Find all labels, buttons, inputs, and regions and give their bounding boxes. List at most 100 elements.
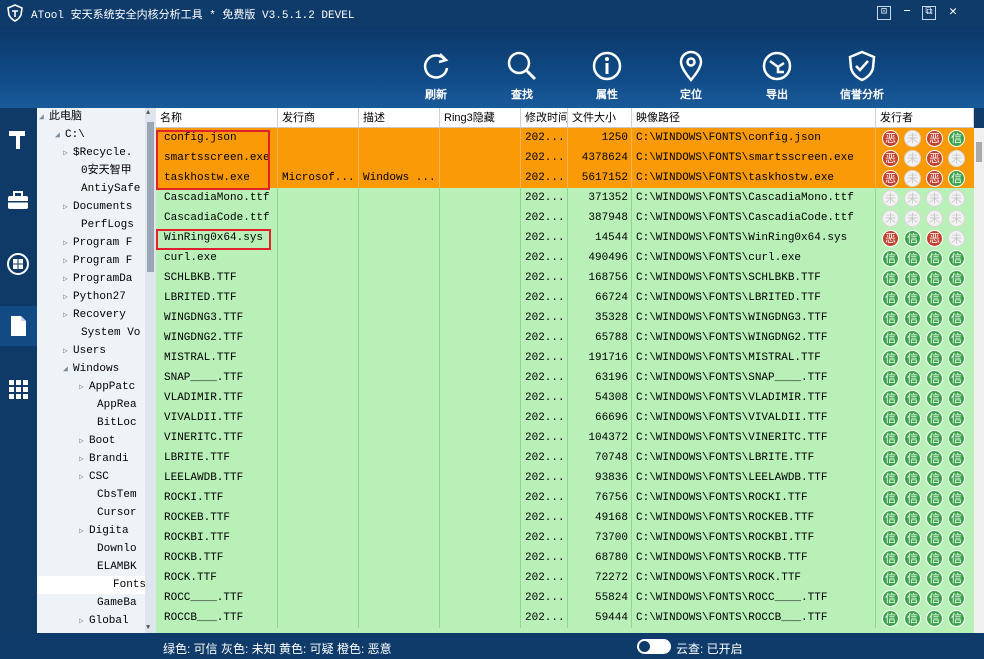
list-scroll-thumb[interactable] [976, 142, 982, 162]
table-row[interactable]: WINGDNG3.TTF 202... 35328 C:\WINDOWS\FONTS\… [156, 308, 974, 328]
table-row[interactable]: CascadiaCode.ttf 202... 387948 C:\WINDOWS\F… [156, 208, 974, 228]
expand-arrow-icon[interactable]: ◢ [39, 109, 49, 127]
tree-node[interactable]: ▷ Python27 [63, 288, 126, 306]
expand-arrow-icon[interactable]: ▷ [63, 289, 73, 307]
tree-node[interactable]: ◢ 此电脑 [39, 108, 82, 126]
expand-arrow-icon[interactable]: ▷ [63, 199, 73, 217]
table-row[interactable]: SCHLBKB.TTF 202... 168756 C:\WINDOWS\FONTS\… [156, 268, 974, 288]
tree-node[interactable]: ▷ Boot [79, 432, 115, 450]
tree-node[interactable]: AntiySafe [71, 180, 140, 198]
tree-node[interactable]: Fonts [37, 576, 146, 594]
expand-arrow-icon[interactable]: ▷ [79, 433, 89, 451]
scroll-up-icon[interactable]: ▲ [146, 109, 150, 117]
table-row[interactable]: ROCC____.TTF 202... 55824 C:\WINDOWS\FONTS\… [156, 588, 974, 608]
table-row[interactable]: ROCKEB.TTF 202... 49168 C:\WINDOWS\FONTS\RO… [156, 508, 974, 528]
expand-arrow-icon[interactable]: ▷ [63, 271, 73, 289]
tree-node[interactable]: ELAMBK [87, 558, 137, 576]
column-header[interactable]: 描述 [359, 108, 440, 128]
table-row[interactable]: MISTRAL.TTF 202... 191716 C:\WINDOWS\FONTS\… [156, 348, 974, 368]
table-row[interactable]: CascadiaMono.ttf 202... 371352 C:\WINDOWS\F… [156, 188, 974, 208]
expand-arrow-icon[interactable]: ▷ [79, 523, 89, 541]
tree-node[interactable]: ▷ Brandi [79, 450, 129, 468]
expand-arrow-icon[interactable]: ▷ [63, 307, 73, 325]
table-row[interactable]: WINGDNG2.TTF 202... 65788 C:\WINDOWS\FONTS\… [156, 328, 974, 348]
tree-node[interactable]: ▷ Recovery [63, 306, 126, 324]
column-header[interactable]: 文件大小 [568, 108, 632, 128]
tree-node[interactable]: ◢ Windows [63, 360, 119, 378]
export-button[interactable]: 导出 [753, 50, 801, 102]
tree-node[interactable]: ▷ Digita [79, 522, 129, 540]
table-row[interactable]: smartsscreen.exe 202... 4378624 C:\WINDOWS\… [156, 148, 974, 168]
tree-node[interactable]: ▷ Program F [63, 234, 132, 252]
table-row[interactable]: ROCKBI.TTF 202... 73700 C:\WINDOWS\FONTS\RO… [156, 528, 974, 548]
rail-files[interactable] [0, 306, 37, 346]
table-row[interactable]: config.json 202... 1250 C:\WINDOWS\FONTS\co… [156, 128, 974, 148]
tree-node[interactable]: BitLoc [87, 414, 137, 432]
refresh-button[interactable]: 刷新 [412, 50, 460, 102]
column-header[interactable]: Ring3隐藏 [440, 108, 521, 128]
column-header[interactable]: 名称 [156, 108, 278, 128]
expand-arrow-icon[interactable]: ▷ [63, 145, 73, 163]
tree-node[interactable]: ▷ $Recycle. [63, 144, 132, 162]
rail-toolbox[interactable] [0, 181, 37, 221]
tree-node[interactable]: ▷ AppPatc [79, 378, 135, 396]
close-button[interactable]: ✕ [946, 5, 960, 20]
table-row[interactable]: SNAP____.TTF 202... 63196 C:\WINDOWS\FONTS\… [156, 368, 974, 388]
properties-button[interactable]: 属性 [583, 50, 631, 102]
expand-arrow-icon[interactable]: ▷ [63, 253, 73, 271]
expand-arrow-icon[interactable]: ◢ [63, 361, 73, 379]
scroll-down-icon[interactable]: ▼ [146, 624, 150, 632]
locate-button[interactable]: 定位 [667, 50, 715, 102]
expand-arrow-icon[interactable]: ▷ [79, 469, 89, 487]
rail-apps[interactable] [0, 369, 37, 409]
column-header[interactable]: 映像路径 [632, 108, 876, 128]
table-row[interactable]: ROCK.TTF 202... 72272 C:\WINDOWS\FONTS\ROCK… [156, 568, 974, 588]
table-row[interactable]: ROCCB___.TTF 202... 59444 C:\WINDOWS\FONTS\… [156, 608, 974, 628]
tree-node[interactable]: GameBa [87, 594, 137, 612]
tree-node[interactable]: 0安天智甲 [71, 162, 132, 180]
expand-arrow-icon[interactable]: ◢ [55, 127, 65, 145]
tree-node[interactable]: ▷ ProgramDa [63, 270, 132, 288]
rail-windows[interactable] [0, 244, 37, 284]
cloud-check-toggle[interactable] [637, 639, 671, 654]
expand-arrow-icon[interactable]: ▷ [79, 379, 89, 397]
tree-scroll-thumb[interactable] [147, 122, 154, 272]
column-header[interactable]: 修改时间 [521, 108, 568, 128]
tree-node[interactable]: ▷ Users [63, 342, 106, 360]
tree-node[interactable]: Downlo [87, 540, 137, 558]
column-header[interactable]: 发行商 [278, 108, 359, 128]
table-row[interactable]: ROCKB.TTF 202... 68780 C:\WINDOWS\FONTS\ROC… [156, 548, 974, 568]
table-row[interactable]: ROCKI.TTF 202... 76756 C:\WINDOWS\FONTS\ROC… [156, 488, 974, 508]
tree-node[interactable]: System Vo [71, 324, 140, 342]
table-row[interactable]: LBRITED.TTF 202... 66724 C:\WINDOWS\FONTS\L… [156, 288, 974, 308]
table-row[interactable]: VIVALDII.TTF 202... 66696 C:\WINDOWS\FONTS\… [156, 408, 974, 428]
expand-arrow-icon[interactable]: ▷ [79, 613, 89, 631]
tree-node[interactable]: PerfLogs [71, 216, 134, 234]
table-row[interactable]: WinRing0x64.sys 202... 14544 C:\WINDOWS\FON… [156, 228, 974, 248]
tree-node[interactable]: ▷ Program F [63, 252, 132, 270]
table-row[interactable]: LBRITE.TTF 202... 70748 C:\WINDOWS\FONTS\LB… [156, 448, 974, 468]
maximize-button[interactable]: ⧉ [922, 6, 936, 20]
column-header[interactable]: 发行者 [876, 108, 974, 128]
reputation-analysis-button[interactable]: 信誉分析 [832, 50, 892, 102]
tree-node[interactable]: ▷ Documents [63, 198, 132, 216]
expand-arrow-icon[interactable]: ▷ [79, 451, 89, 469]
table-row[interactable]: taskhostw.exe Microsof... Windows ... 202..… [156, 168, 974, 188]
tree-node[interactable]: ◢ C:\ [55, 126, 85, 144]
tree-node[interactable]: ▷ CSC [79, 468, 109, 486]
tree-node[interactable]: Cursor [87, 504, 137, 522]
tree-node[interactable]: CbsTem [87, 486, 137, 504]
table-row[interactable]: curl.exe 202... 490496 C:\WINDOWS\FONTS\cur… [156, 248, 974, 268]
table-row[interactable]: LEELAWDB.TTF 202... 93836 C:\WINDOWS\FONTS\… [156, 468, 974, 488]
expand-arrow-icon[interactable]: ▷ [63, 343, 73, 361]
table-row[interactable]: VLADIMIR.TTF 202... 54308 C:\WINDOWS\FONTS\… [156, 388, 974, 408]
minimize-button[interactable]: — [900, 6, 914, 20]
search-button[interactable]: 查找 [498, 50, 546, 102]
list-scrollbar[interactable] [974, 128, 984, 633]
tree-scrollbar[interactable]: ▲ ▼ [145, 108, 156, 633]
table-row[interactable]: VINERITC.TTF 202... 104372 C:\WINDOWS\FONTS… [156, 428, 974, 448]
rail-tools[interactable] [0, 120, 37, 160]
tree-node[interactable]: ▷ Global [79, 612, 129, 630]
tree-node[interactable]: AppRea [87, 396, 137, 414]
skin-button[interactable]: ⊡ [877, 6, 891, 20]
